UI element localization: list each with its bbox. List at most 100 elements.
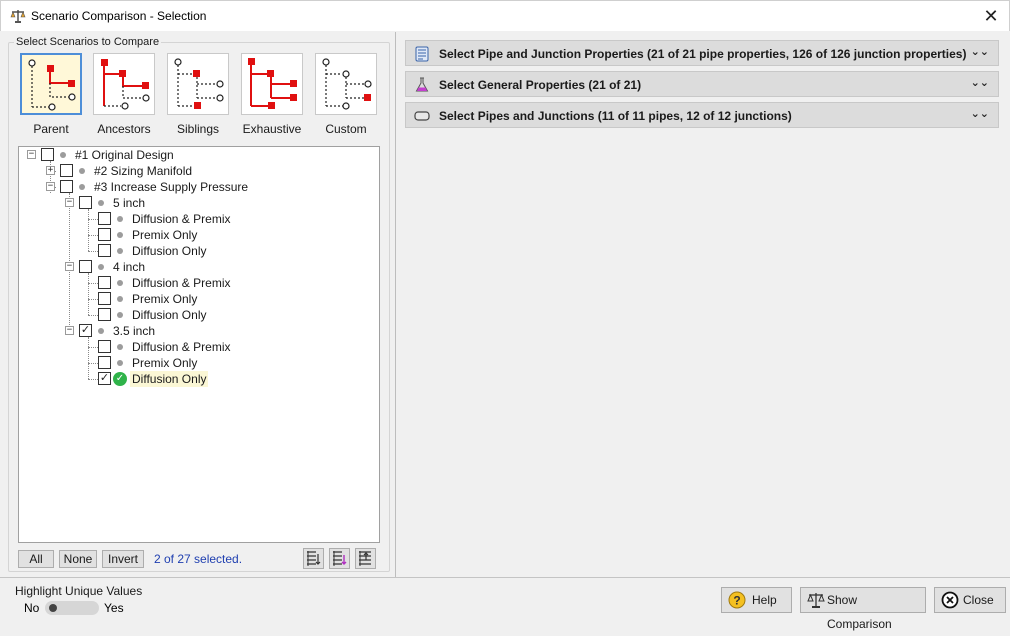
tree-checkbox[interactable] — [98, 212, 111, 225]
select-none-button[interactable]: None — [59, 550, 97, 568]
toggle-knob — [49, 604, 57, 612]
tree-node-label: 3.5 inch — [113, 324, 156, 338]
title-bar: Scenario Comparison - Selection ✕ — [0, 0, 1010, 31]
flask-icon — [415, 77, 429, 92]
toggle-no-label: No — [24, 601, 40, 615]
general-properties-section[interactable]: Select General Properties (21 of 21) ⌄⌄ — [405, 71, 999, 97]
tree-node-premix-only[interactable]: Premix Only — [19, 291, 379, 307]
collapse-toggle-icon[interactable]: − — [65, 262, 74, 271]
tree-node-diffusion-only-current[interactable]: ✓ ✓ Diffusion Only — [19, 371, 379, 387]
tree-node-premix-only[interactable]: Premix Only — [19, 227, 379, 243]
pipes-junctions-section[interactable]: Select Pipes and Junctions (11 of 11 pip… — [405, 102, 999, 128]
tree-node-label: Diffusion & Premix — [132, 276, 231, 290]
pipe-junction-properties-section[interactable]: Select Pipe and Junction Properties (21 … — [405, 40, 999, 66]
tree-checkbox[interactable] — [98, 308, 111, 321]
preset-siblings[interactable]: Siblings — [166, 53, 230, 139]
status-dot-icon — [98, 200, 104, 206]
status-dot-icon — [98, 264, 104, 270]
tree-node-sizing-manifold[interactable]: + #2 Sizing Manifold — [19, 163, 379, 179]
tree-checkbox-checked[interactable]: ✓ — [98, 372, 111, 385]
preset-label: Siblings — [176, 122, 220, 136]
collapse-toggle-icon[interactable]: − — [65, 198, 74, 207]
group-label: Select Scenarios to Compare — [16, 36, 160, 48]
tree-checkbox[interactable] — [98, 292, 111, 305]
tree-node-diffusion-premix[interactable]: Diffusion & Premix — [19, 275, 379, 291]
tree-node-diffusion-premix[interactable]: Diffusion & Premix — [19, 339, 379, 355]
section-label: Select Pipes and Junctions (11 of 11 pip… — [439, 109, 792, 123]
custom-preset-icon — [322, 58, 372, 110]
collapse-toggle-icon[interactable]: − — [27, 150, 36, 159]
expand-toggle-icon[interactable]: + — [46, 166, 55, 175]
status-dot-icon — [117, 344, 123, 350]
highlight-unique-toggle[interactable] — [45, 601, 99, 615]
tree-node-label: Diffusion & Premix — [132, 340, 231, 354]
expand-selected-icon — [333, 551, 347, 566]
tree-checkbox[interactable] — [98, 228, 111, 241]
pipe-icon — [414, 111, 430, 121]
show-comparison-button[interactable]: Show Comparison — [800, 587, 926, 631]
tree-node-label: 5 inch — [113, 196, 146, 210]
close-button[interactable]: Close — [934, 587, 1006, 613]
preset-ancestors[interactable]: Ancestors — [92, 53, 156, 139]
siblings-preset-icon — [174, 58, 224, 109]
tree-node-5-inch[interactable]: − 5 inch — [19, 195, 379, 211]
svg-text:?: ? — [733, 594, 740, 608]
tree-node-original-design[interactable]: − #1 Original Design — [19, 147, 379, 163]
chevron-down-icon: ⌄⌄ — [970, 46, 989, 58]
scales-icon — [807, 593, 825, 608]
parent-preset-icon — [28, 59, 76, 111]
tree-checkbox[interactable] — [98, 356, 111, 369]
tree-node-label: Premix Only — [132, 356, 198, 370]
collapse-toggle-icon[interactable]: − — [46, 182, 55, 191]
toggle-yes-label: Yes — [104, 601, 124, 615]
tree-node-3-5-inch[interactable]: − ✓ 3.5 inch — [19, 323, 379, 339]
chevron-down-icon: ⌄⌄ — [970, 77, 989, 89]
tree-node-label: Diffusion Only — [132, 308, 207, 322]
expand-selected-button[interactable] — [329, 548, 350, 569]
tree-checkbox[interactable] — [41, 148, 54, 161]
collapse-toggle-icon[interactable]: − — [65, 326, 74, 335]
ancestors-preset-icon — [101, 59, 150, 110]
preset-label: Ancestors — [97, 122, 151, 136]
status-dot-icon — [117, 360, 123, 366]
properties-panel: Select Pipe and Junction Properties (21 … — [400, 32, 1008, 577]
window-close-button[interactable]: ✕ — [981, 5, 1001, 27]
tree-node-diffusion-premix[interactable]: Diffusion & Premix — [19, 211, 379, 227]
tree-checkbox[interactable] — [79, 260, 92, 273]
tree-node-increase-supply-pressure[interactable]: − #3 Increase Supply Pressure — [19, 179, 379, 195]
preset-custom[interactable]: Custom — [314, 53, 378, 139]
tree-node-premix-only[interactable]: Premix Only — [19, 355, 379, 371]
select-all-button[interactable]: All — [18, 550, 54, 568]
tree-checkbox[interactable] — [98, 244, 111, 257]
tree-checkbox[interactable] — [98, 340, 111, 353]
collapse-all-button[interactable] — [355, 548, 376, 569]
help-icon: ? — [728, 591, 746, 609]
tree-checkbox[interactable] — [60, 164, 73, 177]
exhaustive-preset-icon — [248, 58, 297, 109]
section-label: Select Pipe and Junction Properties (21 … — [439, 47, 967, 61]
status-dot-icon — [117, 312, 123, 318]
status-dot-icon — [117, 296, 123, 302]
tree-checkbox[interactable] — [60, 180, 73, 193]
preset-parent[interactable]: Parent — [19, 53, 83, 139]
tree-node-label: 4 inch — [113, 260, 146, 274]
tree-node-4-inch[interactable]: − 4 inch — [19, 259, 379, 275]
expand-all-button[interactable] — [303, 548, 324, 569]
tree-node-diffusion-only[interactable]: Diffusion Only — [19, 307, 379, 323]
tree-node-label: #1 Original Design — [75, 148, 174, 162]
status-dot-icon — [60, 152, 66, 158]
tree-checkbox[interactable] — [79, 196, 92, 209]
tree-node-diffusion-only[interactable]: Diffusion Only — [19, 243, 379, 259]
footer-bar: Highlight Unique Values No Yes ? Help Sh… — [0, 577, 1010, 631]
highlight-unique-label: Highlight Unique Values — [15, 584, 143, 598]
properties-icon — [415, 46, 429, 62]
invert-selection-button[interactable]: Invert — [102, 550, 144, 568]
tree-checkbox[interactable] — [98, 276, 111, 289]
scenario-tree[interactable]: − #1 Original Design + #2 Sizing Manifol… — [18, 146, 380, 543]
tree-checkbox-checked[interactable]: ✓ — [79, 324, 92, 337]
tree-node-label: #2 Sizing Manifold — [94, 164, 193, 178]
preset-exhaustive[interactable]: Exhaustive — [240, 53, 304, 139]
preset-label: Custom — [325, 122, 367, 136]
help-button[interactable]: ? Help — [721, 587, 792, 613]
status-dot-icon — [79, 168, 85, 174]
